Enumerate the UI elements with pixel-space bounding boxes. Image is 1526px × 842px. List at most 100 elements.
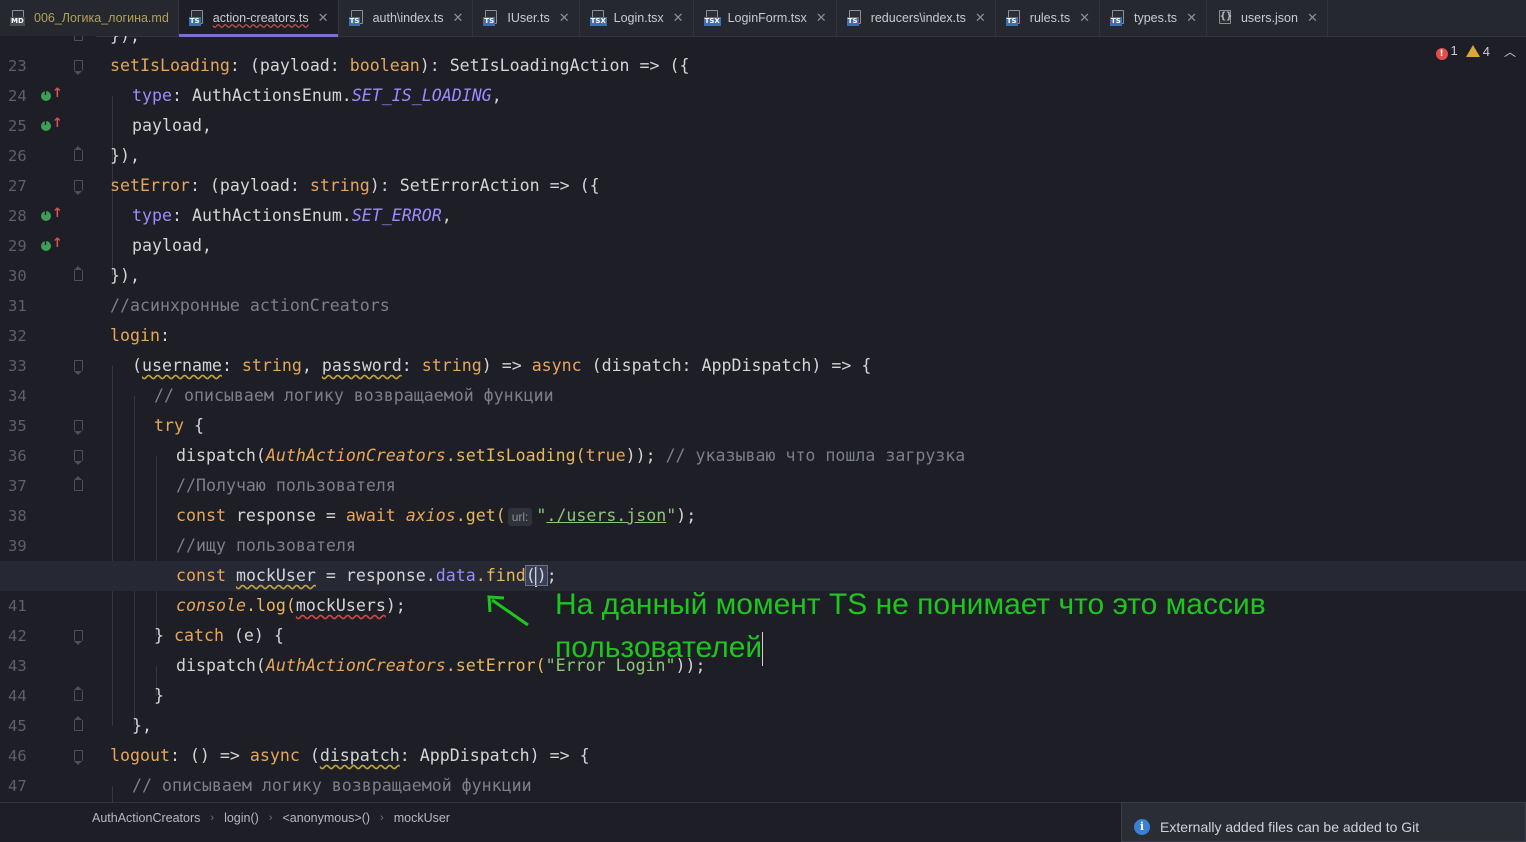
code-line[interactable]: 34 (username: string, password: string) … bbox=[0, 351, 1526, 405]
code-editor[interactable]: 23 }), 24 setIsLoading: (payload: boolea… bbox=[0, 36, 1526, 802]
code-line[interactable]: 26 ↑ payload, bbox=[0, 111, 1526, 165]
fold-icon[interactable] bbox=[74, 476, 83, 491]
code-text: logout: () => async (dispatch: AppDispat… bbox=[110, 746, 590, 765]
tab-md-file[interactable]: MD 006_Логика_логина.md bbox=[0, 0, 179, 36]
fold-icon[interactable] bbox=[74, 750, 83, 765]
code-line[interactable]: 38 //Получаю пользователя bbox=[0, 471, 1526, 525]
code-line[interactable]: 23 }), bbox=[0, 36, 1526, 75]
close-icon[interactable]: ✕ bbox=[318, 10, 329, 26]
breadcrumb-item[interactable]: login() bbox=[224, 811, 259, 825]
code-line[interactable]: 40 //ищу пользователя bbox=[0, 531, 1526, 585]
tab-action-creators[interactable]: TS action-creators.ts ✕ bbox=[178, 0, 339, 37]
tab-label: rules.ts bbox=[1029, 11, 1071, 25]
code-line[interactable]: 32 //асинхронные actionCreators bbox=[0, 291, 1526, 345]
fold-icon[interactable] bbox=[74, 266, 83, 281]
code-line[interactable]: 46 }, bbox=[0, 711, 1526, 765]
code-line[interactable]: 27 }), bbox=[0, 141, 1526, 195]
tab-label: reducers\index.ts bbox=[870, 11, 966, 25]
close-icon[interactable]: ✕ bbox=[1186, 10, 1197, 26]
tab-types[interactable]: TS types.ts ✕ bbox=[1100, 0, 1207, 36]
tab-label: action-creators.ts bbox=[212, 11, 309, 25]
code-text: payload, bbox=[132, 116, 212, 135]
warning-count[interactable]: 4 bbox=[1465, 44, 1490, 59]
code-text: //асинхронные actionCreators bbox=[110, 296, 390, 315]
tab-label: IUser.ts bbox=[507, 11, 550, 25]
fold-icon[interactable] bbox=[74, 630, 83, 645]
fold-icon[interactable] bbox=[74, 360, 83, 375]
typescript-file-icon: TS bbox=[1109, 10, 1128, 26]
code-text: //ищу пользователя bbox=[176, 536, 356, 555]
fold-icon[interactable] bbox=[74, 146, 83, 161]
code-text: }), bbox=[110, 146, 140, 165]
close-icon[interactable]: ✕ bbox=[1307, 10, 1318, 26]
chevron-right-icon: › bbox=[380, 811, 384, 824]
close-icon[interactable]: ✕ bbox=[816, 10, 827, 26]
close-icon[interactable]: ✕ bbox=[1079, 10, 1090, 26]
implementation-up-icon[interactable]: ↑ bbox=[41, 86, 63, 103]
code-line[interactable]: 31 }), bbox=[0, 261, 1526, 315]
code-line[interactable]: 33 login: bbox=[0, 321, 1526, 375]
string-link[interactable]: ./users.json bbox=[546, 506, 666, 525]
close-icon[interactable]: ✕ bbox=[452, 10, 463, 26]
breadcrumb-item[interactable]: <anonymous>() bbox=[282, 811, 370, 825]
fold-icon[interactable] bbox=[74, 686, 83, 701]
code-line[interactable]: 30 ↑ payload, bbox=[0, 231, 1526, 285]
tab-iuser[interactable]: TS IUser.ts ✕ bbox=[473, 0, 580, 36]
code-text: const response = await axios.get(url: "./… bbox=[176, 506, 697, 526]
problems-widget[interactable]: ! 1 4 ︿ bbox=[1435, 43, 1516, 60]
tab-loginform[interactable]: TSX LoginForm.tsx ✕ bbox=[694, 0, 837, 36]
code-line[interactable]: 24 setIsLoading: (payload: boolean): Set… bbox=[0, 51, 1526, 105]
close-icon[interactable]: ✕ bbox=[559, 10, 570, 26]
close-icon[interactable]: ✕ bbox=[673, 10, 684, 26]
code-text: }, bbox=[132, 716, 152, 735]
fold-icon[interactable] bbox=[74, 450, 83, 465]
typescript-file-icon: TS bbox=[1005, 10, 1024, 26]
code-text: type: AuthActionsEnum.SET_ERROR, bbox=[132, 206, 452, 225]
close-icon[interactable]: ✕ bbox=[975, 10, 986, 26]
code-line[interactable]: 35 // описываем логику возвращаемой функ… bbox=[0, 381, 1526, 435]
fold-icon[interactable] bbox=[74, 420, 83, 435]
fold-icon[interactable] bbox=[74, 716, 83, 731]
json-file-icon: {} bbox=[1218, 10, 1233, 24]
code-line[interactable]: 45 } bbox=[0, 681, 1526, 735]
code-text: type: AuthActionsEnum.SET_IS_LOADING, bbox=[132, 86, 502, 105]
code-line[interactable]: 29 ↑ type: AuthActionsEnum.SET_ERROR, bbox=[0, 201, 1526, 255]
tab-rules[interactable]: TS rules.ts ✕ bbox=[996, 0, 1100, 36]
breadcrumb-item[interactable]: mockUser bbox=[394, 811, 450, 825]
code-line[interactable]: 36 try { bbox=[0, 411, 1526, 465]
code-text: (username: string, password: string) => … bbox=[132, 356, 872, 375]
code-text: //Получаю пользователя bbox=[176, 476, 396, 495]
chevron-right-icon: › bbox=[210, 811, 215, 824]
tab-label: users.json bbox=[1240, 11, 1298, 25]
code-text: // описываем логику возвращаемой функции bbox=[132, 776, 532, 795]
error-icon: ! bbox=[1435, 48, 1448, 60]
tab-label: LoginForm.tsx bbox=[727, 11, 807, 25]
text-cursor bbox=[762, 632, 764, 667]
typescript-file-icon: TS bbox=[483, 10, 501, 26]
tab-users-json[interactable]: {} users.json ✕ bbox=[1207, 0, 1328, 36]
tab-reducers-index[interactable]: TS reducers\index.ts ✕ bbox=[837, 0, 996, 36]
tab-label: auth\index.ts bbox=[372, 11, 444, 25]
implementation-up-icon[interactable]: ↑ bbox=[41, 236, 63, 253]
code-line[interactable]: 28 setError: (payload: string): SetError… bbox=[0, 171, 1526, 225]
error-count[interactable]: ! 1 bbox=[1435, 43, 1458, 60]
parameter-hint: url: bbox=[507, 507, 533, 526]
annotation-text: На данный момент TS не понимает что это … bbox=[555, 583, 1455, 669]
implementation-up-icon[interactable]: ↑ bbox=[41, 116, 63, 133]
fold-icon[interactable] bbox=[74, 180, 83, 195]
fold-icon[interactable] bbox=[74, 60, 83, 75]
tab-login[interactable]: TSX Login.tsx ✕ bbox=[580, 0, 694, 36]
implementation-up-icon[interactable]: ↑ bbox=[41, 206, 63, 223]
code-text: try { bbox=[154, 416, 204, 435]
tab-auth-index[interactable]: TS auth\index.ts ✕ bbox=[339, 0, 474, 36]
code-line[interactable]: 47 logout: () => async (dispatch: AppDis… bbox=[0, 741, 1526, 795]
typescript-file-icon: TS bbox=[846, 10, 865, 26]
chevron-up-icon[interactable]: ︿ bbox=[1504, 43, 1516, 60]
code-line[interactable]: 39 const response = await axios.get(url:… bbox=[0, 501, 1526, 555]
code-line[interactable]: 37 dispatch(AuthActionCreators.setIsLoad… bbox=[0, 441, 1526, 495]
code-line[interactable]: 48 // описываем логику возвращаемой функ… bbox=[0, 771, 1526, 801]
code-line[interactable]: 25 ↑ type: AuthActionsEnum.SET_IS_LOADIN… bbox=[0, 81, 1526, 135]
fold-icon[interactable] bbox=[74, 36, 83, 41]
breadcrumb-item[interactable]: AuthActionCreators bbox=[92, 811, 200, 825]
git-notification[interactable]: i Externally added files can be added to… bbox=[1121, 802, 1526, 842]
